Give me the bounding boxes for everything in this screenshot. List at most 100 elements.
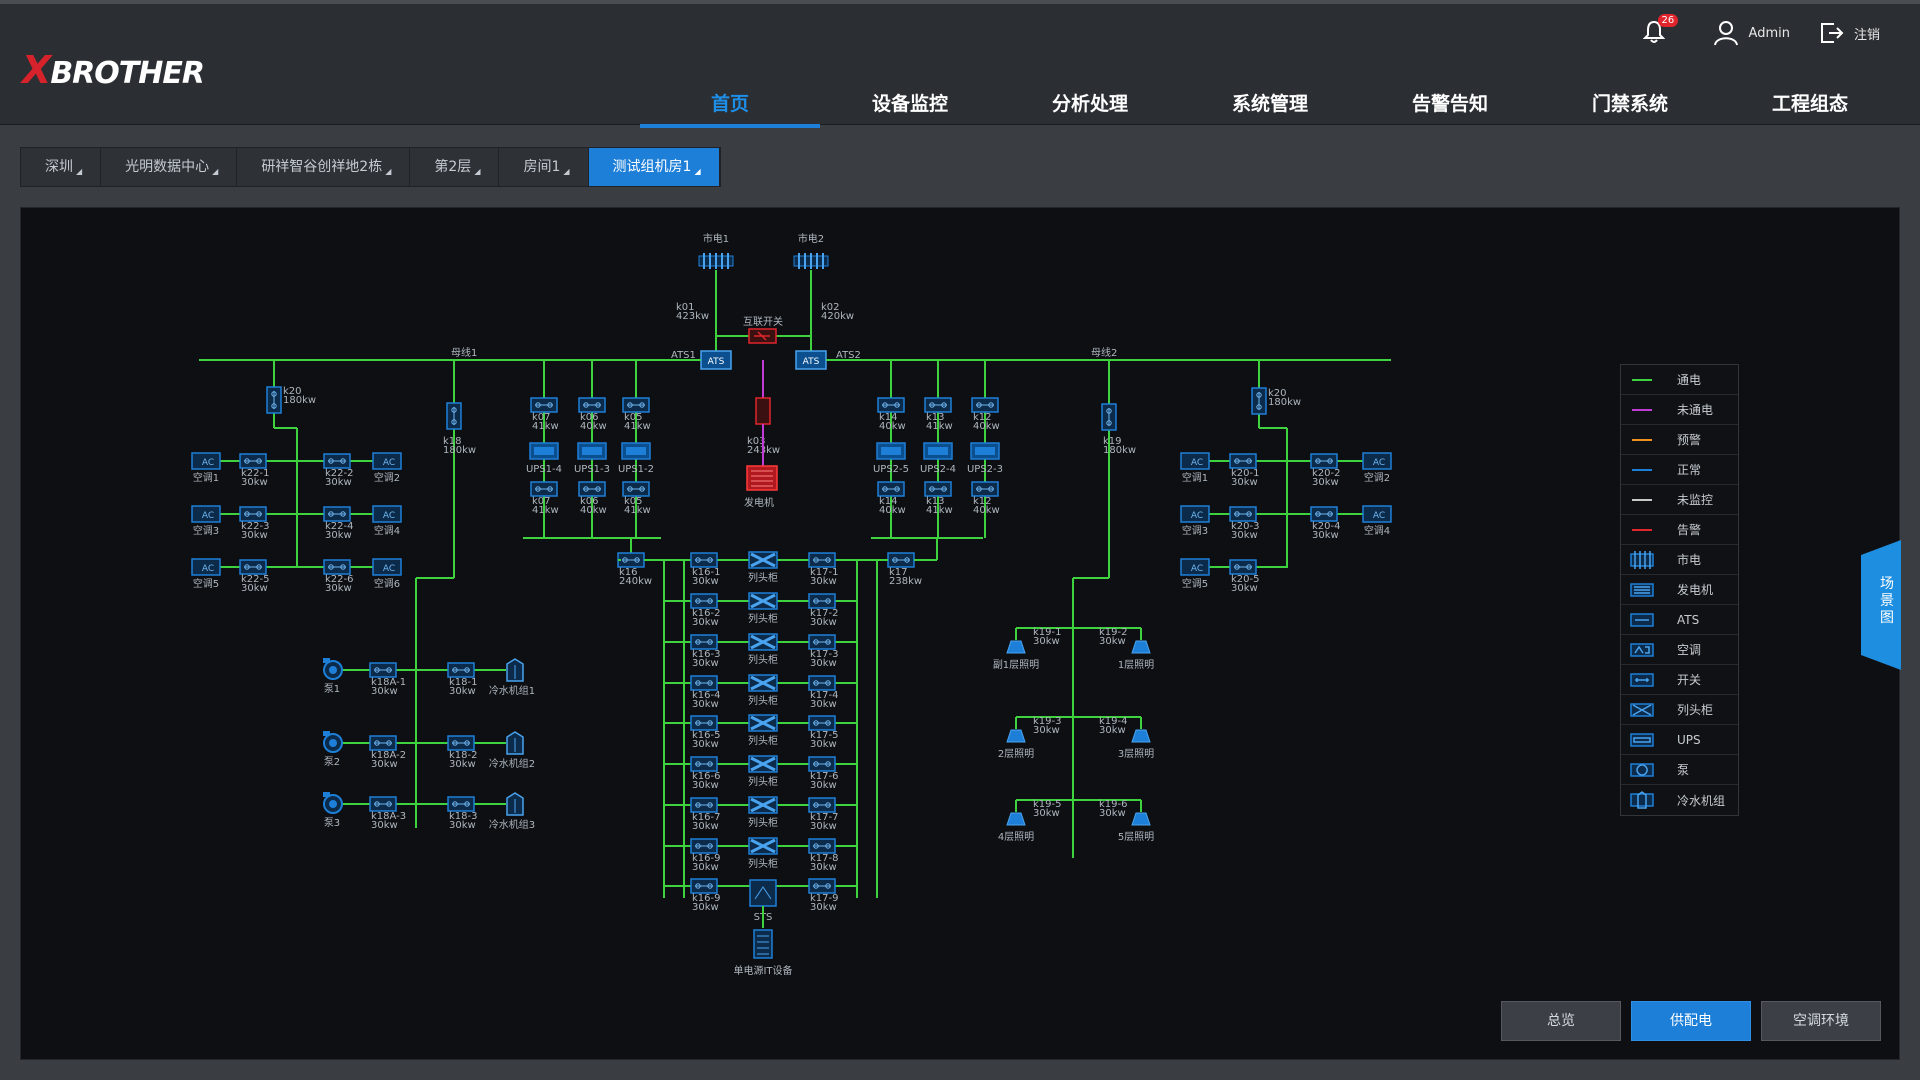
ac-right-icon[interactable]: AC: [1362, 505, 1392, 523]
k20-branch-switch-icon[interactable]: [1229, 559, 1257, 575]
k17-branch-switch-icon[interactable]: [808, 838, 836, 854]
k16-branch-switch-icon[interactable]: [690, 878, 718, 894]
k16-branch-switch-icon[interactable]: [690, 756, 718, 772]
ups-output-switch-icon[interactable]: [578, 481, 606, 497]
ups-output-switch-icon[interactable]: [530, 481, 558, 497]
ac-left-icon[interactable]: AC: [191, 452, 221, 470]
k17-switch-icon[interactable]: [887, 552, 915, 568]
breadcrumb-datacenter[interactable]: 光明数据中心 ◢: [101, 148, 238, 186]
user-menu[interactable]: Admin: [1713, 20, 1790, 46]
k18-branch-switch-icon[interactable]: [447, 796, 475, 812]
k16-branch-switch-icon[interactable]: [690, 838, 718, 854]
k17-branch-switch-icon[interactable]: [808, 593, 836, 609]
nav-analysis[interactable]: 分析处理: [1000, 86, 1180, 128]
ac-left-icon[interactable]: AC: [191, 505, 221, 523]
breadcrumb-room[interactable]: 房间1 ◢: [499, 148, 589, 186]
ups-output-switch-icon[interactable]: [622, 481, 650, 497]
mains-1-icon[interactable]: [698, 253, 734, 269]
ups-icon[interactable]: [529, 442, 559, 460]
k22-switch-icon[interactable]: [239, 453, 267, 469]
ups-output-switch-icon[interactable]: [924, 481, 952, 497]
k18-branch-switch-icon[interactable]: [447, 662, 475, 678]
pump-icon[interactable]: [323, 792, 343, 814]
ac-right-icon[interactable]: AC: [1180, 558, 1210, 576]
ups-output-switch-icon[interactable]: [877, 481, 905, 497]
pdu-cabinet-icon[interactable]: [748, 633, 778, 651]
ac-right-icon[interactable]: AC: [1180, 452, 1210, 470]
chiller-icon[interactable]: [506, 731, 524, 755]
k20-branch-switch-icon[interactable]: [1229, 453, 1257, 469]
ups-input-switch-icon[interactable]: [622, 397, 650, 413]
ups-icon[interactable]: [876, 442, 906, 460]
breadcrumb-building[interactable]: 研祥智谷创祥地2栋 ◢: [237, 148, 411, 186]
ups-icon[interactable]: [577, 442, 607, 460]
k16-switch-icon[interactable]: [617, 552, 645, 568]
k16-branch-switch-icon[interactable]: [690, 715, 718, 731]
scene-view-tab[interactable]: 场景图: [1861, 540, 1901, 670]
ac-right-icon[interactable]: AC: [1362, 452, 1392, 470]
hvac-environment-button[interactable]: 空调环境: [1761, 1001, 1881, 1041]
k20-left-switch-icon[interactable]: [266, 386, 282, 414]
k16-branch-switch-icon[interactable]: [690, 552, 718, 568]
ups-input-switch-icon[interactable]: [924, 397, 952, 413]
ups-input-switch-icon[interactable]: [971, 397, 999, 413]
k18-switch-icon[interactable]: [446, 402, 462, 430]
k17-branch-switch-icon[interactable]: [808, 756, 836, 772]
ups-input-switch-icon[interactable]: [877, 397, 905, 413]
k16-branch-switch-icon[interactable]: [690, 675, 718, 691]
k18A-switch-icon[interactable]: [369, 796, 397, 812]
nav-system-admin[interactable]: 系统管理: [1180, 86, 1360, 128]
k17-branch-switch-icon[interactable]: [808, 797, 836, 813]
k20-branch-switch-icon[interactable]: [1310, 506, 1338, 522]
k16-branch-switch-icon[interactable]: [690, 593, 718, 609]
ups-input-switch-icon[interactable]: [578, 397, 606, 413]
ups-output-switch-icon[interactable]: [971, 481, 999, 497]
light-icon[interactable]: [1006, 729, 1026, 743]
pdu-cabinet-icon[interactable]: [748, 796, 778, 814]
ac-left-icon[interactable]: AC: [372, 505, 402, 523]
k20-branch-switch-icon[interactable]: [1229, 506, 1257, 522]
light-icon[interactable]: [1131, 812, 1151, 826]
nav-home[interactable]: 首页: [640, 86, 820, 128]
mains-2-icon[interactable]: [793, 253, 829, 269]
generator-icon[interactable]: [746, 465, 778, 491]
ac-left-icon[interactable]: AC: [372, 558, 402, 576]
k18A-switch-icon[interactable]: [369, 662, 397, 678]
power-distribution-button[interactable]: 供配电: [1631, 1001, 1751, 1041]
pdu-cabinet-icon[interactable]: [748, 714, 778, 732]
ac-left-icon[interactable]: AC: [372, 452, 402, 470]
light-icon[interactable]: [1006, 640, 1026, 654]
k17-branch-switch-icon[interactable]: [808, 878, 836, 894]
k22-switch-icon[interactable]: [323, 453, 351, 469]
chiller-icon[interactable]: [506, 792, 524, 816]
k20-right-switch-icon[interactable]: [1251, 387, 1267, 415]
notification-bell-icon[interactable]: 26: [1642, 14, 1679, 46]
logout-button[interactable]: 注销: [1820, 22, 1880, 44]
k22-switch-icon[interactable]: [323, 506, 351, 522]
k16-branch-switch-icon[interactable]: [690, 797, 718, 813]
k17-branch-switch-icon[interactable]: [808, 675, 836, 691]
pdu-cabinet-icon[interactable]: [748, 592, 778, 610]
light-icon[interactable]: [1006, 812, 1026, 826]
pdu-cabinet-icon[interactable]: [748, 551, 778, 569]
light-icon[interactable]: [1131, 729, 1151, 743]
nav-device-monitor[interactable]: 设备监控: [820, 86, 1000, 128]
ups-icon[interactable]: [621, 442, 651, 460]
ats-2-icon[interactable]: ATS: [795, 350, 827, 370]
pdu-cabinet-icon[interactable]: [748, 755, 778, 773]
pump-icon[interactable]: [323, 658, 343, 680]
sts-icon[interactable]: [749, 879, 777, 907]
ac-right-icon[interactable]: AC: [1180, 505, 1210, 523]
single-power-it-icon[interactable]: [753, 929, 773, 959]
k20-branch-switch-icon[interactable]: [1310, 453, 1338, 469]
pdu-cabinet-icon[interactable]: [748, 837, 778, 855]
k22-switch-icon[interactable]: [239, 559, 267, 575]
ups-icon[interactable]: [970, 442, 1000, 460]
nav-alarm[interactable]: 告警告知: [1360, 86, 1540, 128]
k22-switch-icon[interactable]: [239, 506, 267, 522]
pump-icon[interactable]: [323, 731, 343, 753]
k19-switch-icon[interactable]: [1101, 403, 1117, 431]
nav-access-control[interactable]: 门禁系统: [1540, 86, 1720, 128]
k03-switch-icon[interactable]: [755, 397, 771, 425]
light-icon[interactable]: [1131, 640, 1151, 654]
